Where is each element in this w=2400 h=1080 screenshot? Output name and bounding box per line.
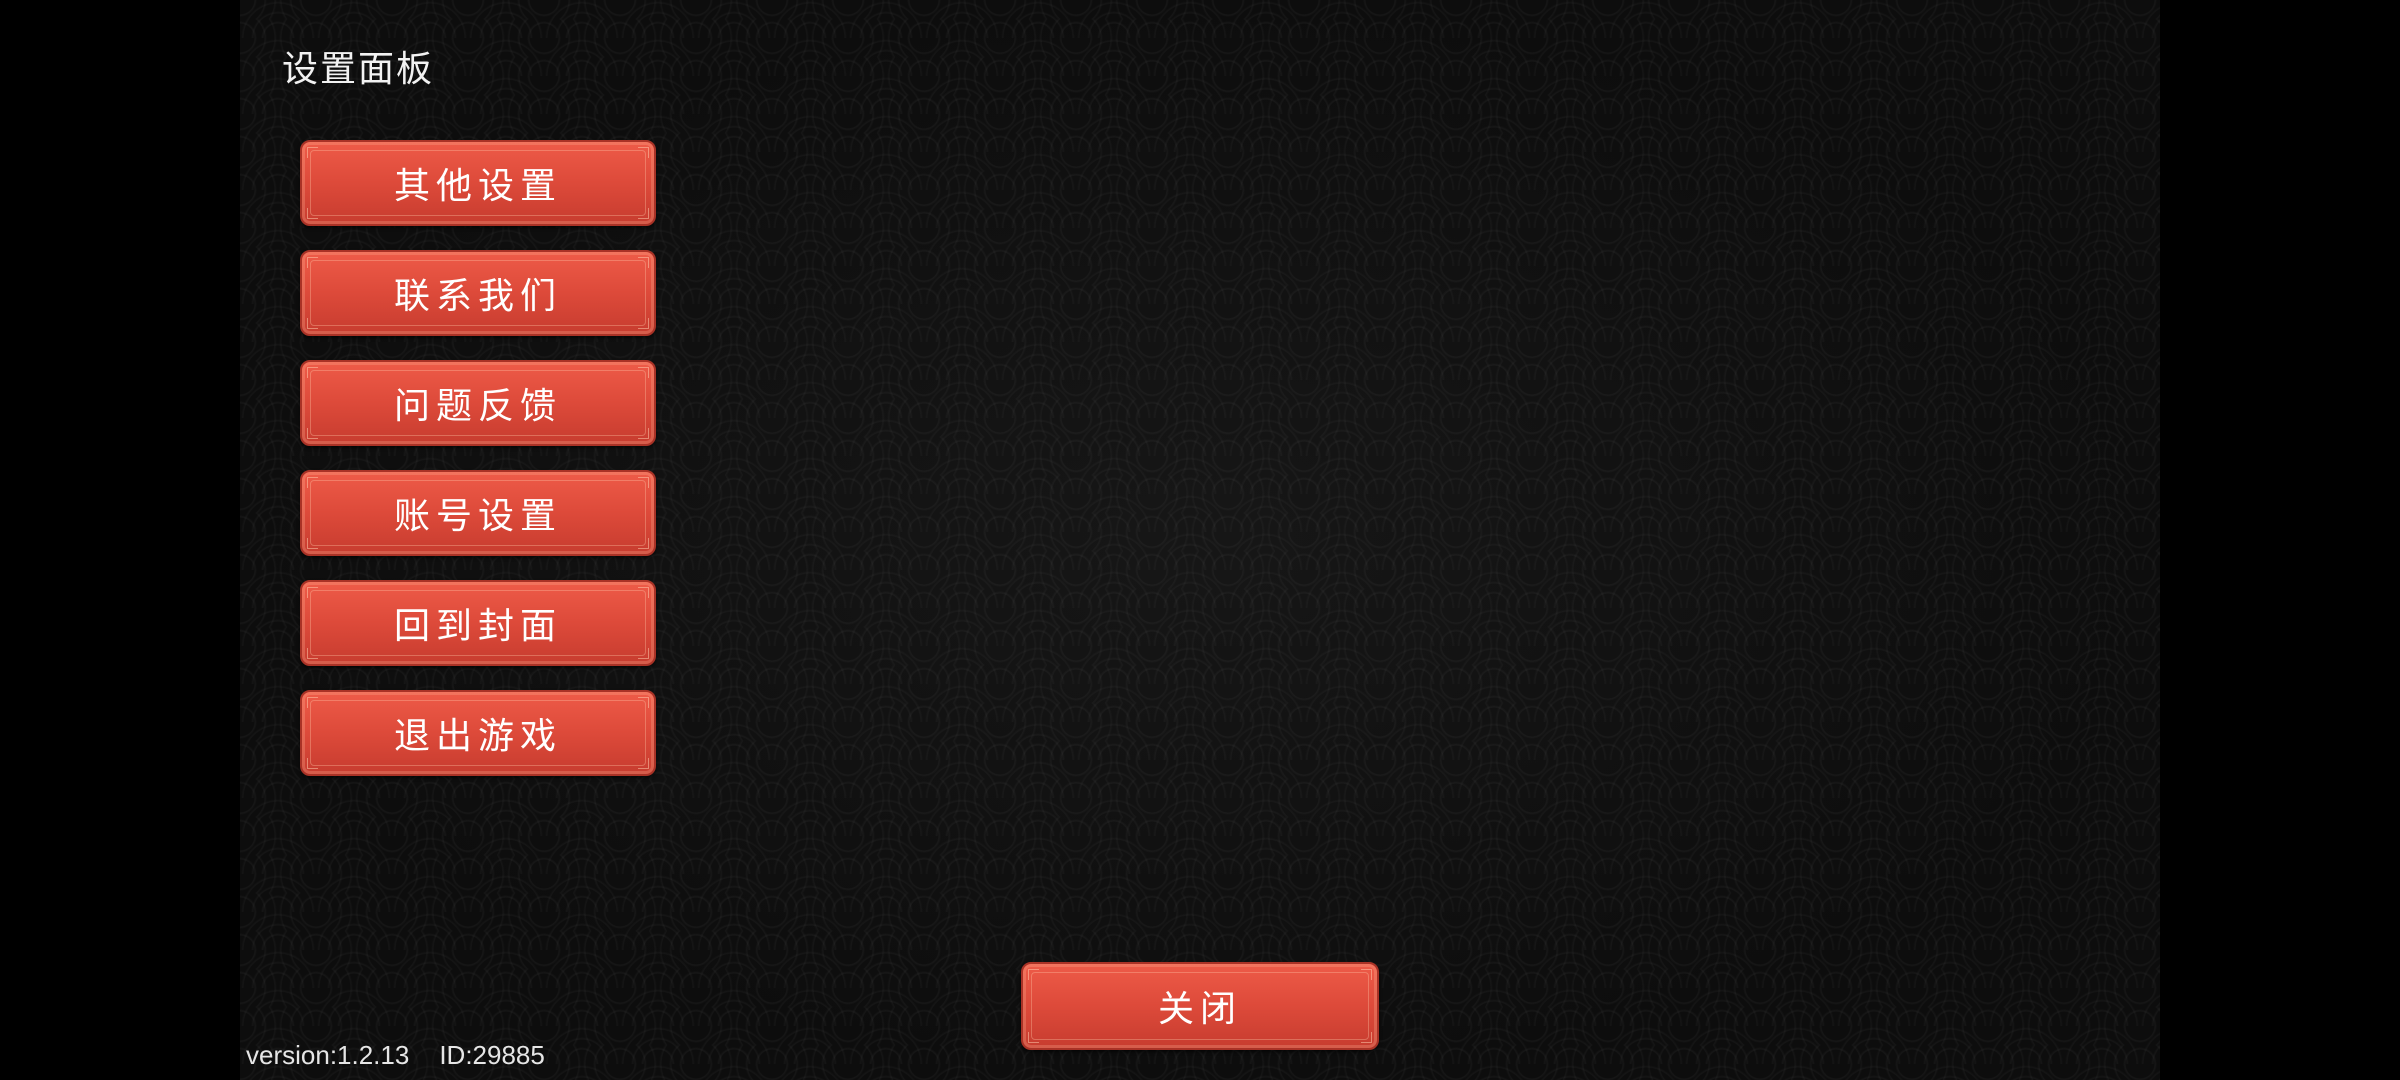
corner-ornament [307, 538, 318, 549]
panel-title: 设置面板 [282, 49, 435, 90]
back-to-cover-button[interactable]: 回到封面 [300, 580, 656, 666]
button-label: 回到封面 [393, 606, 562, 647]
corner-ornament [307, 428, 318, 439]
corner-ornament [638, 428, 649, 439]
corner-ornament [638, 147, 649, 158]
corner-ornament [307, 367, 318, 378]
corner-ornament [638, 208, 649, 219]
button-label: 账号设置 [393, 496, 562, 537]
other-settings-button[interactable]: 其他设置 [300, 140, 656, 226]
corner-ornament [307, 587, 318, 598]
contact-us-button[interactable]: 联系我们 [300, 250, 656, 336]
corner-ornament [1028, 1032, 1039, 1043]
button-label: 其他设置 [393, 166, 562, 207]
corner-ornament [638, 318, 649, 329]
corner-ornament [638, 697, 649, 708]
corner-ornament [1028, 969, 1039, 980]
corner-ornament [638, 257, 649, 268]
corner-ornament [307, 318, 318, 329]
corner-ornament [307, 697, 318, 708]
button-label: 关闭 [1157, 989, 1242, 1030]
button-label: 退出游戏 [393, 716, 562, 757]
corner-ornament [638, 648, 649, 659]
version-text: version:1.2.13 [246, 1040, 410, 1070]
corner-ornament [638, 758, 649, 769]
settings-menu: 其他设置 联系我们 问题反馈 账号设置 回到封面 退出游戏 [300, 140, 660, 800]
corner-ornament [307, 477, 318, 488]
corner-ornament [638, 587, 649, 598]
feedback-button[interactable]: 问题反馈 [300, 360, 656, 446]
button-label: 联系我们 [393, 276, 562, 317]
corner-ornament [307, 758, 318, 769]
button-label: 问题反馈 [393, 386, 562, 427]
version-footer: version:1.2.13 ID:29885 [246, 1040, 545, 1071]
corner-ornament [1361, 1032, 1372, 1043]
corner-ornament [638, 477, 649, 488]
exit-game-button[interactable]: 退出游戏 [300, 690, 656, 776]
account-settings-button[interactable]: 账号设置 [300, 470, 656, 556]
corner-ornament [307, 648, 318, 659]
corner-ornament [307, 208, 318, 219]
corner-ornament [1361, 969, 1372, 980]
corner-ornament [638, 538, 649, 549]
corner-ornament [307, 147, 318, 158]
user-id-text: ID:29885 [439, 1040, 545, 1070]
close-button[interactable]: 关闭 [1021, 962, 1379, 1050]
corner-ornament [307, 257, 318, 268]
corner-ornament [638, 367, 649, 378]
